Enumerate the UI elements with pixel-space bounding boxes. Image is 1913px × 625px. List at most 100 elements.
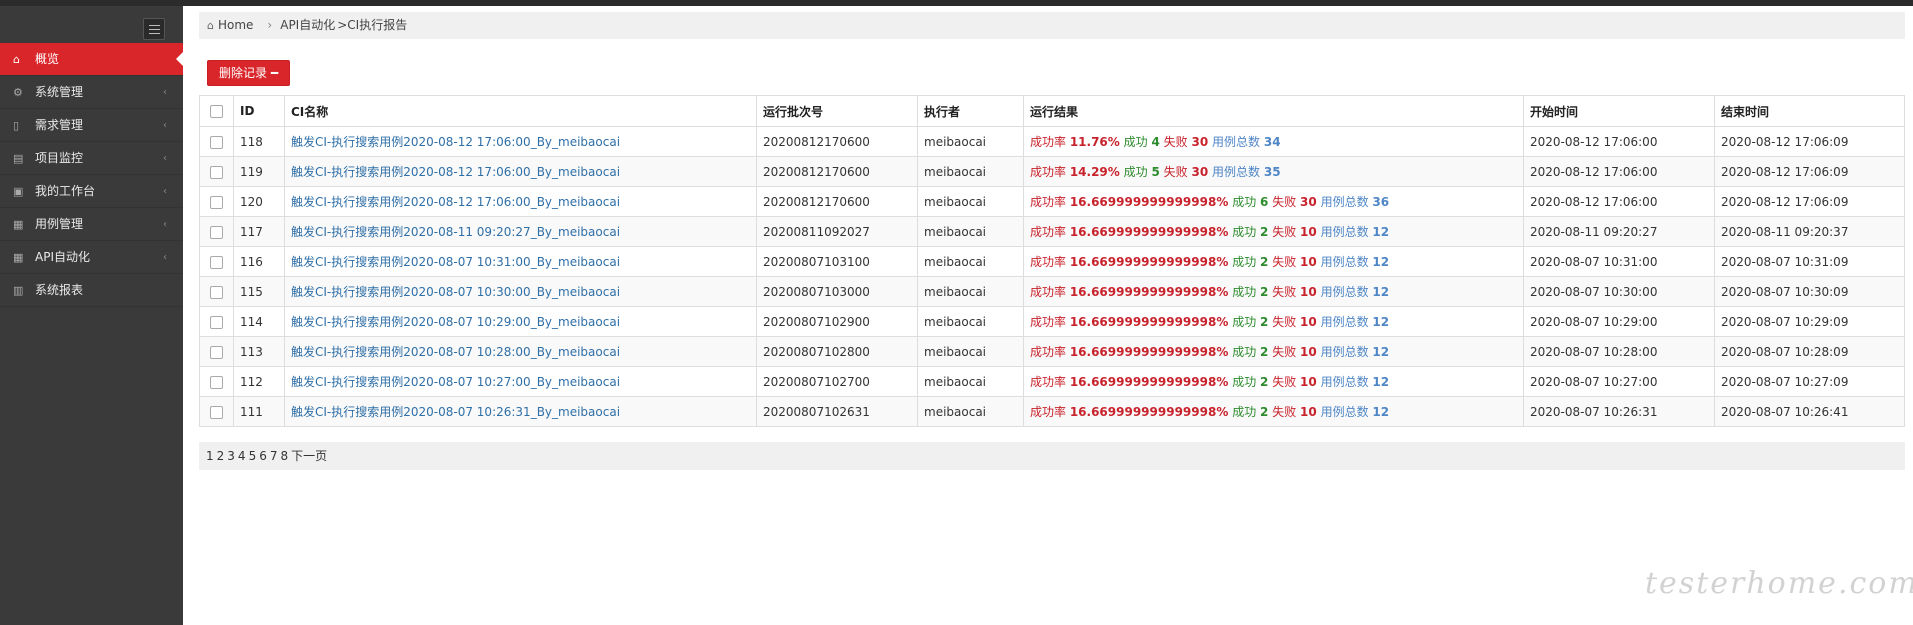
cell-batch: 20200807102800 (756, 336, 918, 367)
fail-value: 10 (1300, 285, 1317, 299)
success-label: 成功 (1232, 255, 1261, 269)
page-link-4[interactable]: 4 (238, 449, 246, 463)
fail-value: 10 (1300, 315, 1317, 329)
success-value: 4 (1151, 135, 1160, 149)
row-select-cell (199, 156, 234, 187)
page-link-1[interactable]: 1 (206, 449, 214, 463)
cell-end-time: 2020-08-07 10:31:09 (1714, 246, 1905, 277)
sidebar-item-4[interactable]: ▣ 我的工作台 ‹ (0, 175, 183, 208)
col-ci-name: CI名称 (284, 95, 757, 127)
breadcrumb-home[interactable]: Home (218, 18, 253, 32)
sidebar-item-2[interactable]: ▯ 需求管理 ‹ (0, 109, 183, 142)
breadcrumb-api-automation[interactable]: API自动化 (280, 18, 335, 32)
total-label: 用例总数 (1212, 135, 1264, 149)
sidebar-toggle-button[interactable] (143, 18, 165, 40)
menu-icon-bar (149, 33, 160, 34)
rate-value: 16.669999999999998% (1069, 405, 1229, 419)
rate-value: 16.669999999999998% (1069, 285, 1229, 299)
success-label: 成功 (1232, 195, 1261, 209)
row-checkbox[interactable] (210, 165, 223, 179)
sidebar-menu: ⌂ 概览 ⚙ 系统管理 ‹ ▯ 需求管理 ‹ ▤ 项目监控 ‹ ▣ 我的工作台 ‹ ▦ 用例管理 ‹ ▦ API自动… (0, 43, 184, 307)
row-checkbox[interactable] (210, 345, 223, 359)
ci-name-link[interactable]: 触发CI-执行搜索用例2020-08-07 10:31:00_By_meibao… (291, 255, 620, 269)
success-label: 成功 (1232, 315, 1261, 329)
sidebar-item-6[interactable]: ▦ API自动化 ‹ (0, 241, 183, 274)
next-page-link[interactable]: 下一页 (291, 449, 327, 463)
total-label: 用例总数 (1320, 255, 1373, 269)
cell-id: 114 (233, 306, 285, 337)
cell-ci-name: 触发CI-执行搜索用例2020-08-07 10:26:31_By_meibao… (284, 396, 757, 427)
cell-batch: 20200812170600 (756, 126, 918, 157)
total-label: 用例总数 (1320, 285, 1373, 299)
fail-label: 失败 (1272, 225, 1301, 239)
row-checkbox[interactable] (210, 285, 223, 299)
page-link-5[interactable]: 5 (249, 449, 257, 463)
breadcrumb: ⌂ Home › API自动化 >CI执行报告 (199, 12, 1905, 39)
sidebar-item-label: 我的工作台 (35, 184, 96, 198)
total-value: 12 (1372, 285, 1390, 299)
row-checkbox[interactable] (210, 195, 223, 209)
success-value: 2 (1260, 345, 1269, 359)
sidebar-item-5[interactable]: ▦ 用例管理 ‹ (0, 208, 183, 241)
sidebar-item-0[interactable]: ⌂ 概览 (0, 43, 184, 76)
row-checkbox[interactable] (210, 375, 223, 389)
page-link-3[interactable]: 3 (227, 449, 235, 463)
page-link-2[interactable]: 2 (217, 449, 225, 463)
cell-batch: 20200807102631 (756, 396, 918, 427)
rate-label: 成功率 (1030, 285, 1070, 299)
ci-name-link[interactable]: 触发CI-执行搜索用例2020-08-07 10:26:31_By_meibao… (291, 405, 620, 419)
sidebar-item-7[interactable]: ▥ 系统报表 (0, 274, 183, 307)
ci-name-link[interactable]: 触发CI-执行搜索用例2020-08-07 10:27:00_By_meibao… (291, 375, 620, 389)
cell-end-time: 2020-08-07 10:28:09 (1714, 336, 1905, 367)
cell-result: 成功率 16.669999999999998% 成功 2 失败 10 用例总数 … (1023, 396, 1524, 427)
select-all-checkbox[interactable] (210, 105, 223, 118)
row-select-cell (199, 306, 234, 337)
ci-name-link[interactable]: 触发CI-执行搜索用例2020-08-11 09:20:27_By_meibao… (291, 225, 620, 239)
ci-name-link[interactable]: 触发CI-执行搜索用例2020-08-12 17:06:00_By_meibao… (291, 135, 620, 149)
ci-name-link[interactable]: 触发CI-执行搜索用例2020-08-07 10:28:00_By_meibao… (291, 345, 620, 359)
page-link-6[interactable]: 6 (259, 449, 267, 463)
total-value: 12 (1372, 225, 1390, 239)
fail-label: 失败 (1272, 345, 1301, 359)
sidebar-item-label: 系统管理 (35, 85, 84, 99)
rate-label: 成功率 (1030, 165, 1070, 179)
delete-records-button[interactable]: 删除记录 ━ (207, 60, 291, 86)
cell-end-time: 2020-08-07 10:29:09 (1714, 306, 1905, 337)
page-link-7[interactable]: 7 (270, 449, 278, 463)
fail-value: 30 (1300, 195, 1317, 209)
sidebar-item-label: 概览 (35, 52, 60, 66)
ci-name-link[interactable]: 触发CI-执行搜索用例2020-08-07 10:29:00_By_meibao… (291, 315, 620, 329)
row-checkbox[interactable] (210, 405, 223, 419)
total-value: 36 (1372, 195, 1390, 209)
rate-value: 16.669999999999998% (1069, 375, 1229, 389)
cell-start-time: 2020-08-07 10:31:00 (1523, 246, 1715, 277)
total-value: 12 (1372, 375, 1390, 389)
sidebar-item-3[interactable]: ▤ 项目监控 ‹ (0, 142, 183, 175)
row-checkbox[interactable] (210, 255, 223, 269)
table-header-row: ID CI名称 运行批次号 执行者 运行结果 开始时间 结束时间 (199, 95, 1905, 127)
ci-name-link[interactable]: 触发CI-执行搜索用例2020-08-07 10:30:00_By_meibao… (291, 285, 620, 299)
total-label: 用例总数 (1320, 225, 1373, 239)
table-row: 112 触发CI-执行搜索用例2020-08-07 10:27:00_By_mei… (199, 366, 1905, 397)
row-checkbox[interactable] (210, 135, 223, 149)
fail-value: 10 (1300, 405, 1317, 419)
page-link-8[interactable]: 8 (280, 449, 288, 463)
cell-ci-name: 触发CI-执行搜索用例2020-08-07 10:28:00_By_meibao… (284, 336, 757, 367)
cell-result: 成功率 16.669999999999998% 成功 2 失败 10 用例总数 … (1023, 306, 1524, 337)
sidebar-item-label: 需求管理 (35, 118, 84, 132)
row-checkbox[interactable] (210, 315, 223, 329)
row-select-cell (199, 126, 234, 157)
ci-name-link[interactable]: 触发CI-执行搜索用例2020-08-12 17:06:00_By_meibao… (291, 195, 620, 209)
ci-name-link[interactable]: 触发CI-执行搜索用例2020-08-12 17:06:00_By_meibao… (291, 165, 620, 179)
success-value: 2 (1260, 285, 1269, 299)
cell-executor: meibaocai (917, 366, 1024, 397)
cell-start-time: 2020-08-07 10:26:31 (1523, 396, 1715, 427)
cell-end-time: 2020-08-11 09:20:37 (1714, 216, 1905, 247)
cell-batch: 20200807102700 (756, 366, 918, 397)
cell-end-time: 2020-08-12 17:06:09 (1714, 186, 1905, 217)
sidebar-item-1[interactable]: ⚙ 系统管理 ‹ (0, 76, 183, 109)
fail-label: 失败 (1163, 135, 1192, 149)
cell-executor: meibaocai (917, 246, 1024, 277)
row-checkbox[interactable] (210, 225, 223, 239)
fail-value: 10 (1300, 225, 1317, 239)
